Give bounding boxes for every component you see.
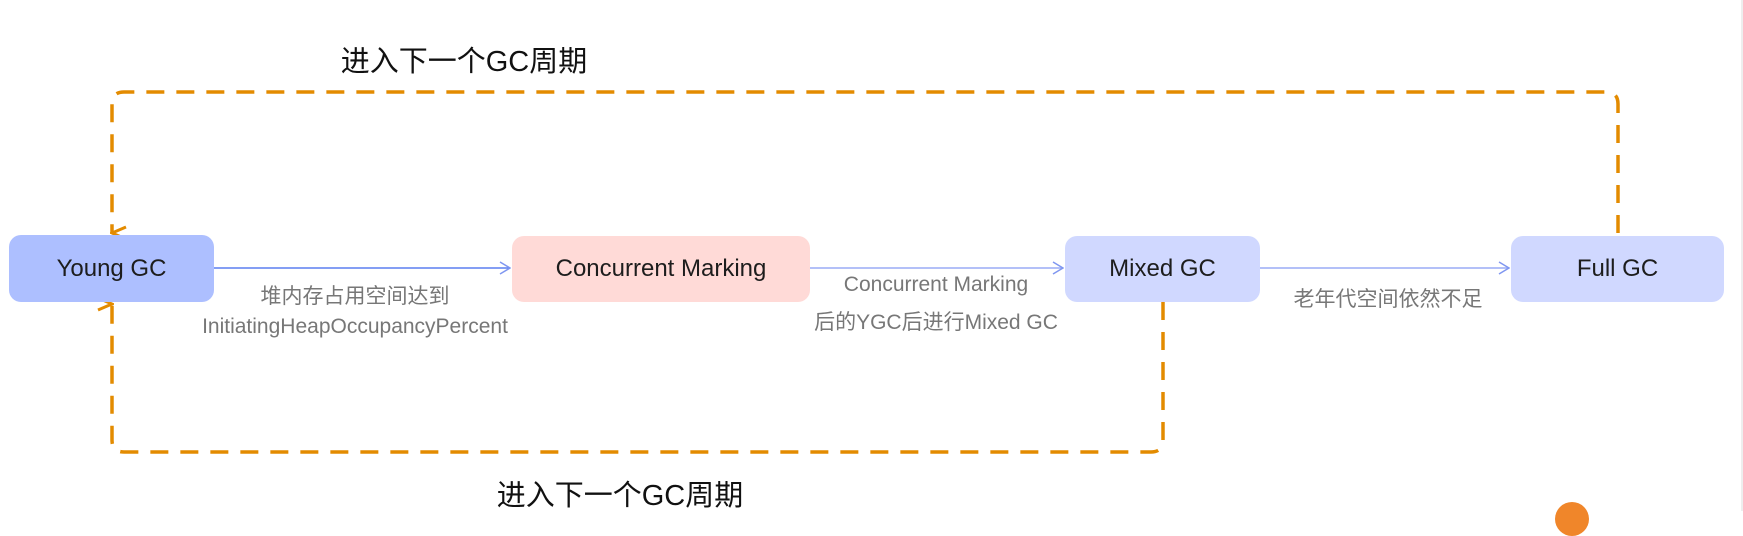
- node-concurrent-marking: Concurrent Marking: [512, 236, 810, 302]
- node-young-gc: Young GC: [9, 235, 214, 302]
- edge-label-mixed-to-full: 老年代空间依然不足: [1293, 288, 1483, 311]
- top-loop-label: 进入下一个GC周期: [340, 46, 588, 78]
- edge-label-concurrent-to-mixed-line2: 后的YGC后进行Mixed GC: [814, 311, 1058, 334]
- top-loop-dashed-arrow: [112, 90, 1620, 233]
- connector-layer: [0, 90, 1620, 454]
- node-full-gc: Full GC: [1511, 236, 1724, 302]
- edge-label-young-to-concurrent-line2: InitiatingHeapOccupancyPercent: [202, 315, 508, 338]
- bottom-loop-label: 进入下一个GC周期: [496, 480, 744, 512]
- watermark-logo: [1555, 502, 1589, 536]
- edge-label-concurrent-to-mixed-line1: Concurrent Marking: [843, 273, 1029, 296]
- edge-label-young-to-concurrent-line1: 堆内存占用空间达到: [260, 285, 450, 308]
- node-mixed-gc: Mixed GC: [1065, 236, 1260, 302]
